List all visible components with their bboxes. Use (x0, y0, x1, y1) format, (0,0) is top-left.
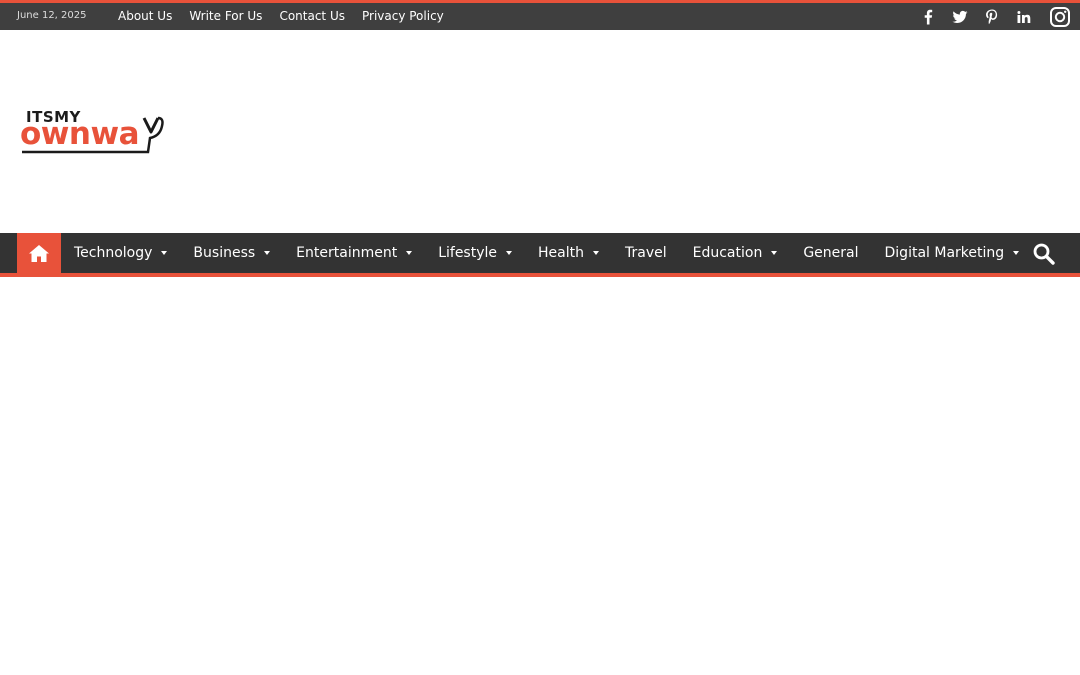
nav-label: Technology (74, 245, 153, 261)
pinterest-icon[interactable] (976, 3, 1008, 30)
nav-item-health[interactable]: Health (525, 233, 612, 273)
social-links (912, 3, 1080, 30)
nav-label: Lifestyle (438, 245, 498, 261)
nav-label: General (803, 245, 859, 261)
caret-down-icon (506, 251, 513, 255)
nav-label: Digital Marketing (884, 245, 1005, 261)
home-icon (29, 245, 49, 262)
nav-item-general[interactable]: General (790, 233, 871, 273)
nav-label: Entertainment (296, 245, 398, 261)
caret-down-icon (771, 251, 778, 255)
nav-label: Education (692, 245, 763, 261)
main-navigation: Technology Business Entertainment Lifest… (0, 233, 1080, 277)
top-bar: June 12, 2025 About Us Write For Us Cont… (0, 0, 1080, 30)
instagram-icon[interactable] (1040, 3, 1080, 30)
top-link-write-for-us[interactable]: Write For Us (189, 8, 262, 24)
nav-label: Health (538, 245, 584, 261)
nav-item-technology[interactable]: Technology (61, 233, 180, 273)
nav-label: Travel (625, 245, 667, 261)
site-logo[interactable]: ITSMY ownwa (20, 108, 168, 156)
caret-down-icon (406, 251, 413, 255)
top-link-privacy-policy[interactable]: Privacy Policy (362, 8, 444, 24)
caret-down-icon (1013, 251, 1020, 255)
top-link-contact-us[interactable]: Contact Us (279, 8, 345, 24)
nav-item-education[interactable]: Education (680, 233, 791, 273)
twitter-icon[interactable] (944, 3, 976, 30)
caret-down-icon (161, 251, 168, 255)
caret-down-icon (264, 251, 271, 255)
nav-menu: Technology Business Entertainment Lifest… (61, 233, 1032, 273)
search-icon (1033, 243, 1055, 265)
logo-swoosh-icon (22, 116, 164, 154)
top-links: About Us Write For Us Contact Us Privacy… (118, 8, 461, 24)
search-button[interactable] (1033, 243, 1055, 265)
nav-item-entertainment[interactable]: Entertainment (283, 233, 425, 273)
current-date: June 12, 2025 (17, 10, 87, 21)
facebook-icon[interactable] (912, 3, 944, 30)
nav-item-travel[interactable]: Travel (612, 233, 680, 273)
caret-down-icon (593, 251, 599, 255)
home-button[interactable] (17, 233, 61, 273)
nav-item-digital-marketing[interactable]: Digital Marketing (872, 233, 1033, 273)
nav-item-lifestyle[interactable]: Lifestyle (425, 233, 525, 273)
top-link-about-us[interactable]: About Us (118, 8, 172, 24)
nav-label: Business (193, 245, 256, 261)
nav-item-business[interactable]: Business (180, 233, 283, 273)
linkedin-icon[interactable] (1008, 3, 1040, 30)
